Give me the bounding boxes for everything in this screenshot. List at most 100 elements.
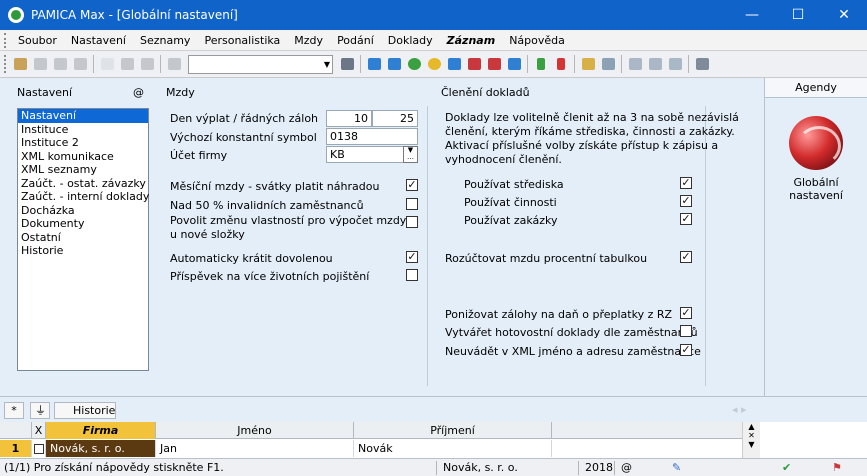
check-circle-icon[interactable]: ✔ [782, 460, 791, 476]
strediska-checkbox[interactable] [680, 177, 692, 189]
pen-icon[interactable]: ✎ [672, 460, 681, 476]
grid-scrollbar[interactable]: ▲ ✕ ▼ [742, 422, 760, 458]
list-item[interactable]: Historie [18, 244, 148, 258]
filter-icon[interactable] [338, 55, 356, 73]
tab-star[interactable]: * [4, 402, 24, 419]
global-settings-icon[interactable] [789, 116, 843, 170]
list-item[interactable]: Dokumenty [18, 217, 148, 231]
person-icon[interactable] [405, 55, 423, 73]
module-m4-icon[interactable] [465, 55, 483, 73]
row-prijmeni[interactable]: Novák [354, 440, 552, 457]
list-item[interactable]: Zaúčt. - interní doklady [18, 190, 149, 204]
menu-zaznam[interactable]: Záznam [441, 34, 504, 47]
kratit-dovolenou-checkbox[interactable] [406, 251, 418, 263]
list-item[interactable]: Ostatní [18, 231, 148, 245]
info-icon[interactable] [425, 55, 443, 73]
zakazky-checkbox[interactable] [680, 213, 692, 225]
module-m3-icon[interactable] [445, 55, 463, 73]
row-checkbox[interactable] [34, 444, 44, 454]
cinnosti-checkbox[interactable] [680, 195, 692, 207]
ponizovat-zalohy-checkbox[interactable] [680, 307, 692, 319]
calculator-icon[interactable] [599, 55, 617, 73]
invalidni-checkbox[interactable] [406, 198, 418, 210]
print-icon[interactable] [51, 55, 69, 73]
close-button[interactable]: ✕ [821, 0, 867, 30]
row-select-cell[interactable] [32, 440, 46, 457]
check-label: Nad 50 % invalidních zaměstnanců [170, 199, 364, 212]
menu-grip[interactable] [4, 32, 7, 48]
toolbar: ▼ [0, 51, 867, 78]
menu-seznamy[interactable]: Seznamy [134, 34, 198, 47]
save-icon[interactable] [118, 55, 136, 73]
window-icon[interactable] [626, 55, 644, 73]
menu-podani[interactable]: Podání [331, 34, 382, 47]
module-m5-icon[interactable] [485, 55, 503, 73]
form-icon[interactable] [666, 55, 684, 73]
tab-historie[interactable]: Historie [54, 402, 116, 419]
row-jmeno[interactable]: Jan [156, 440, 354, 457]
grid-header-x[interactable]: X [32, 422, 46, 439]
agenda-item-label[interactable]: Globální nastavení [765, 176, 867, 202]
xml-jmeno-checkbox[interactable] [680, 344, 692, 356]
menu-personalistika[interactable]: Personalistika [198, 34, 288, 47]
copy-icon[interactable] [31, 55, 49, 73]
rozuctovat-checkbox[interactable] [680, 251, 692, 263]
row-firma[interactable]: Novák, s. r. o. [46, 440, 156, 457]
tab-nav-arrows[interactable]: ◂ ▸ [732, 403, 747, 416]
status-firm: Novák, s. r. o. [443, 461, 518, 474]
menu-bar: Soubor Nastavení Seznamy Personalistika … [0, 30, 867, 51]
list-item[interactable]: XML komunikace [18, 150, 148, 164]
menu-napoveda[interactable]: Nápověda [503, 34, 573, 47]
module-m-icon[interactable] [365, 55, 383, 73]
row-number: 1 [0, 440, 32, 457]
tools-icon[interactable] [693, 55, 711, 73]
flag-red-icon[interactable] [552, 55, 570, 73]
zmena-vlastnosti-checkbox[interactable] [406, 216, 418, 228]
table-row[interactable]: 1 Novák, s. r. o. Jan Novák [0, 440, 742, 457]
folder-icon[interactable] [579, 55, 597, 73]
hotovostni-doklady-checkbox[interactable] [680, 325, 692, 337]
konstantni-symbol-field[interactable]: 0138 [326, 128, 418, 145]
new-icon[interactable] [98, 55, 116, 73]
zivotni-pojisteni-checkbox[interactable] [406, 269, 418, 281]
duplicate-icon[interactable] [165, 55, 183, 73]
filter-tab-icon[interactable]: ⏚ [30, 402, 50, 419]
data-grid: X Firma Jméno Příjmení 1 Novák, s. r. o.… [0, 422, 867, 458]
list-item[interactable]: Docházka [18, 204, 148, 218]
list-item[interactable]: Zaúčt. - ostat. závazky [18, 177, 148, 191]
module-m2-icon[interactable] [385, 55, 403, 73]
cleneni-description: Aktivací příslušné volby získáte přístup… [445, 139, 719, 152]
menu-soubor[interactable]: Soubor [12, 34, 65, 47]
grid-header-prijmeni[interactable]: Příjmení [354, 422, 552, 439]
list-icon[interactable] [646, 55, 664, 73]
list-item[interactable]: Instituce 2 [18, 136, 148, 150]
menu-doklady[interactable]: Doklady [382, 34, 441, 47]
tab-historie-label: Historie [73, 404, 116, 417]
maximize-button[interactable]: ☐ [775, 0, 821, 30]
preview-icon[interactable] [71, 55, 89, 73]
list-item[interactable]: Nastavení [18, 109, 148, 123]
settings-category-list[interactable]: Nastavení Instituce Instituce 2 XML komu… [17, 108, 149, 371]
flag-green-icon[interactable] [532, 55, 550, 73]
minimize-button[interactable]: — [729, 0, 775, 30]
den-vyplat-field[interactable]: 10 [326, 110, 372, 127]
open-icon[interactable] [11, 55, 29, 73]
nastaveni-title: Nastavení [17, 86, 73, 99]
toolbar-grip[interactable] [4, 55, 7, 73]
save-all-icon[interactable] [138, 55, 156, 73]
grid-header-jmeno[interactable]: Jméno [156, 422, 354, 439]
toolbar-combo[interactable]: ▼ [188, 54, 333, 74]
flag-icon[interactable]: ⚑ [832, 460, 842, 476]
status-help-text: (1/1) Pro získání nápovědy stiskněte F1. [4, 461, 224, 474]
den-zaloh-field[interactable]: 25 [372, 110, 418, 127]
list-item[interactable]: XML seznamy [18, 163, 148, 177]
list-item[interactable]: Instituce [18, 123, 148, 137]
menu-nastaveni[interactable]: Nastavení [65, 34, 134, 47]
grid-header-firma[interactable]: Firma [46, 422, 156, 439]
svatky-checkbox[interactable] [406, 179, 418, 191]
toolbar-separator [574, 55, 575, 73]
check-label: Neuvádět v XML jméno a adresu zaměstnanc… [445, 345, 701, 358]
module-m6-icon[interactable] [505, 55, 523, 73]
ucet-dropdown-button[interactable]: ▼… [403, 146, 418, 163]
menu-mzdy[interactable]: Mzdy [288, 34, 331, 47]
